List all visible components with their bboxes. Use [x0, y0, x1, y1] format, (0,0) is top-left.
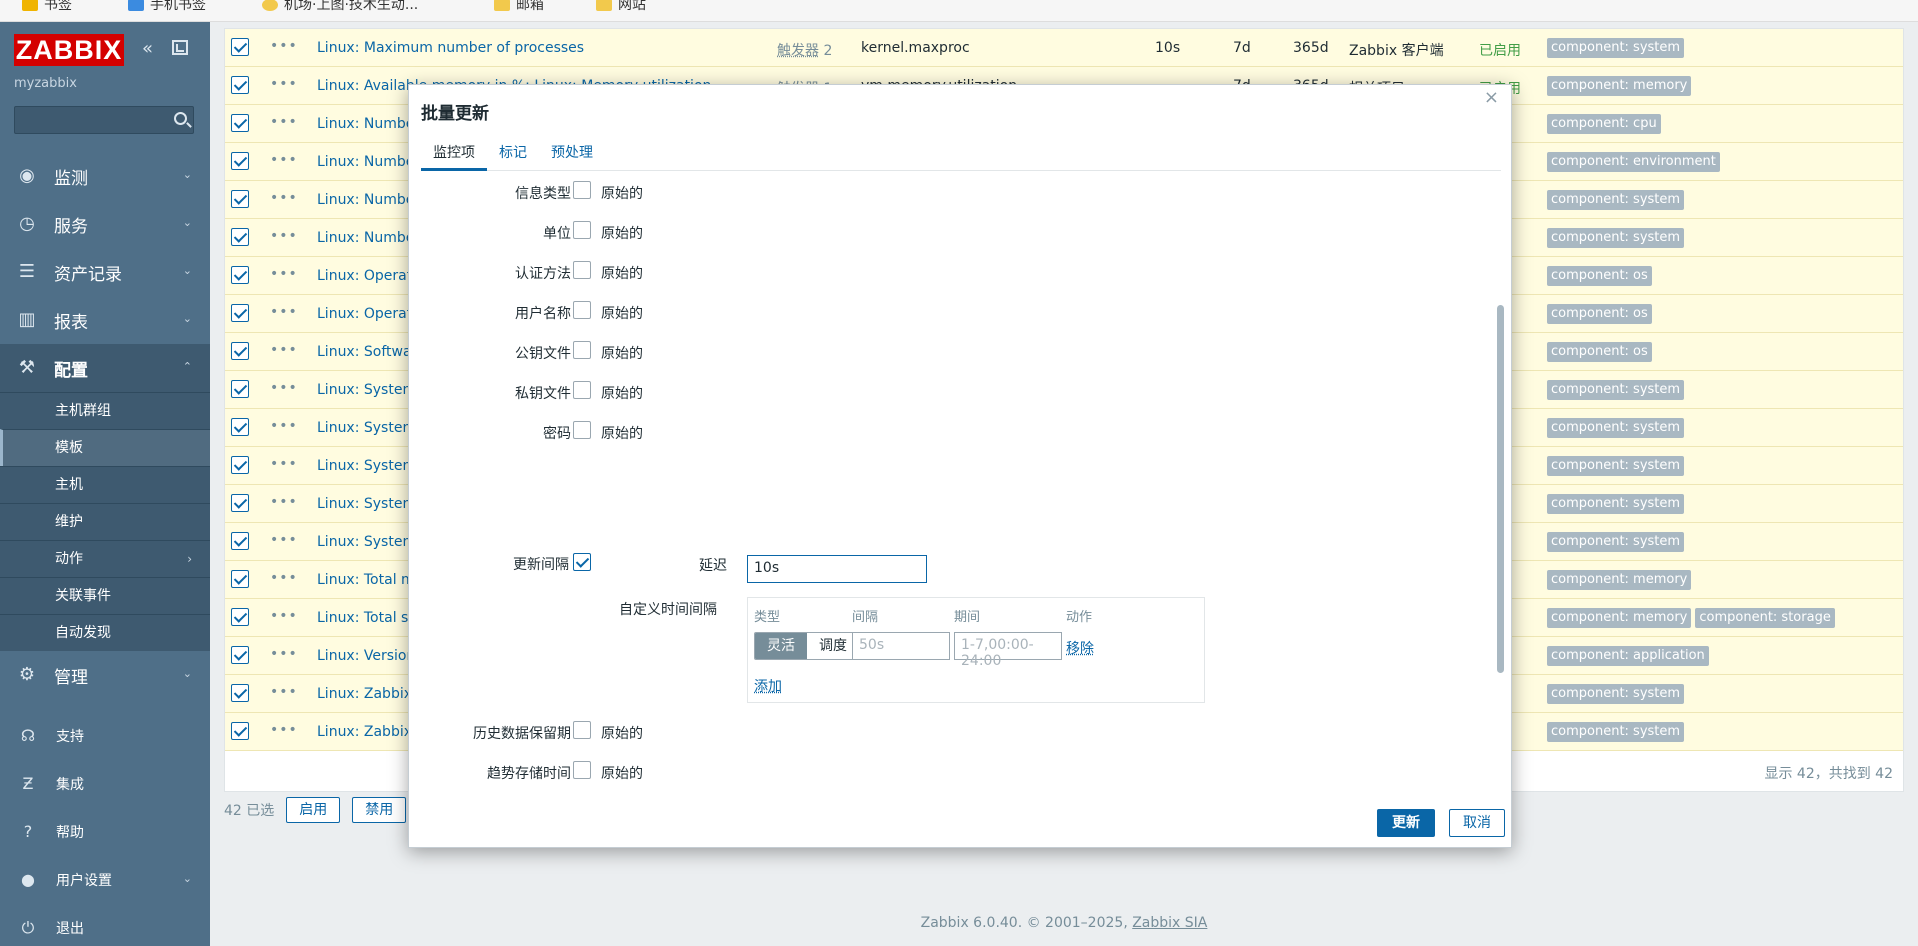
dialog-form: 信息类型 原始的 单位 原始的 认证方法 原始的 用户名称 原始的 公钥文件 原始的 私钥文件 原始的… [409, 175, 1499, 783]
column-interval: 间隔 [852, 610, 879, 625]
field-checkbox[interactable] [573, 261, 591, 279]
field-label: 公钥文件 [515, 346, 571, 362]
delay-input[interactable]: 10s [747, 555, 927, 583]
field-label: 趋势存储时间 [487, 766, 571, 782]
custom-intervals-table: 类型 间隔 期间 动作 灵活 调度 50s 1-7,00:00-24:00 移除… [747, 597, 1205, 703]
field-label: 用户名称 [515, 306, 571, 322]
update-interval-checkbox[interactable] [573, 553, 591, 571]
field-checkbox[interactable] [573, 221, 591, 239]
field-value-original: 原始的 [601, 426, 643, 442]
field-label: 密码 [543, 426, 571, 442]
interval-type-toggle: 灵活 调度 [754, 632, 860, 660]
column-action: 动作 [1066, 610, 1093, 625]
field-checkbox[interactable] [573, 301, 591, 319]
dialog-scrollbar[interactable] [1497, 305, 1504, 673]
field-value-original: 原始的 [601, 726, 643, 742]
interval-input[interactable]: 50s [852, 632, 950, 660]
tab-tags[interactable]: 标记 [487, 141, 539, 171]
dialog-title: 批量更新 [421, 104, 489, 124]
column-type: 类型 [754, 610, 781, 625]
field-value-original: 原始的 [601, 346, 643, 362]
tab-preprocessing[interactable]: 预处理 [539, 141, 605, 171]
field-label: 认证方法 [515, 266, 571, 282]
field-checkbox[interactable] [573, 341, 591, 359]
cancel-button[interactable]: 取消 [1449, 809, 1505, 837]
field-label: 私钥文件 [515, 386, 571, 402]
field-label: 历史数据保留期 [473, 726, 571, 742]
remove-link[interactable]: 移除 [1066, 638, 1094, 658]
add-link[interactable]: 添加 [754, 676, 782, 696]
update-interval-label: 更新间隔 [513, 557, 569, 573]
column-period: 期间 [954, 610, 981, 625]
field-checkbox[interactable] [573, 381, 591, 399]
mass-update-dialog: × 批量更新 监控项 标记 预处理 信息类型 原始的 单位 原始的 认证方法 原始的 用户名… [408, 84, 1512, 848]
dialog-tabs: 监控项 标记 预处理 [421, 141, 1501, 171]
tab-items[interactable]: 监控项 [421, 141, 487, 171]
field-value-original: 原始的 [601, 766, 643, 782]
field-value-original: 原始的 [601, 306, 643, 322]
delay-label: 延迟 [699, 558, 727, 574]
period-input[interactable]: 1-7,00:00-24:00 [954, 632, 1062, 669]
update-interval-row: 更新间隔 [409, 551, 569, 575]
field-value-original: 原始的 [601, 386, 643, 402]
field-value-original: 原始的 [601, 226, 643, 242]
field-checkbox[interactable] [573, 721, 591, 739]
close-icon[interactable]: × [1484, 87, 1499, 108]
field-label: 信息类型 [515, 186, 571, 202]
field-checkbox[interactable] [573, 181, 591, 199]
update-button[interactable]: 更新 [1377, 809, 1435, 837]
field-checkbox[interactable] [573, 421, 591, 439]
field-checkbox[interactable] [573, 761, 591, 779]
field-label: 单位 [543, 226, 571, 242]
field-value-original: 原始的 [601, 266, 643, 282]
type-flexible-button[interactable]: 灵活 [755, 633, 807, 659]
field-value-original: 原始的 [601, 186, 643, 202]
custom-intervals-label: 自定义时间间隔 [619, 602, 717, 618]
